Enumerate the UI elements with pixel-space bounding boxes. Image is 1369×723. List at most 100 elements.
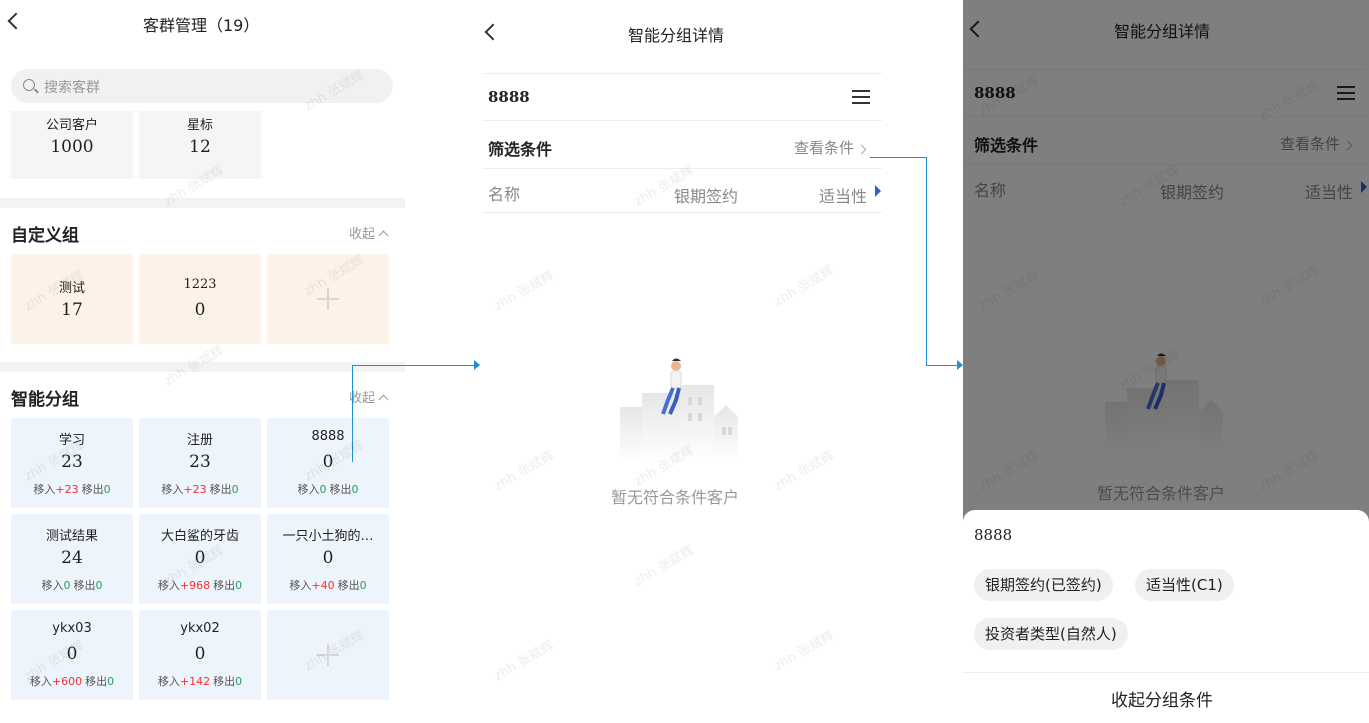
arrow-right-icon xyxy=(474,360,480,370)
flow-connector xyxy=(926,365,958,366)
move-out-label: 移出 xyxy=(85,675,108,688)
page-title: 客群管理（19） xyxy=(143,16,260,35)
move-out-value: 0 xyxy=(95,579,103,592)
move-stats: 移入+40 移出0 xyxy=(267,577,389,593)
empty-illustration-icon xyxy=(620,358,738,462)
move-out-label: 移出 xyxy=(213,579,236,592)
group-card-count: 17 xyxy=(61,300,83,320)
smart-group-card[interactable]: 学习 23 移入+23 移出0 xyxy=(11,418,133,508)
smart-group-card[interactable]: ykx02 0 移入+142 移出0 xyxy=(139,610,261,700)
section-divider xyxy=(0,198,405,208)
collapse-label: 收起 xyxy=(349,227,376,242)
custom-group-card[interactable]: 1223 0 xyxy=(139,254,261,344)
group-card-count: 0 xyxy=(322,548,334,568)
move-stats: 移入+23 移出0 xyxy=(139,481,261,497)
move-in-label: 移入 xyxy=(289,579,312,592)
conditions-bottom-sheet: 8888 银期签约(已签约) 适当性(C1) 投资者类型(自然人) 收起分组条件 xyxy=(963,510,1369,723)
group-card-name: 测试 xyxy=(58,281,85,296)
smart-section-title: 智能分组 xyxy=(11,390,79,410)
move-out-value: 0 xyxy=(235,579,243,592)
group-card-name: 注册 xyxy=(186,433,213,448)
move-stats: 移入+142 移出0 xyxy=(139,673,261,689)
search-placeholder: 搜索客群 xyxy=(44,80,100,96)
menu-icon[interactable] xyxy=(852,90,870,104)
group-card[interactable]: 星标 12 xyxy=(139,111,261,179)
move-out-value: 0 xyxy=(231,483,239,496)
move-out-label: 移出 xyxy=(81,483,104,496)
group-management-panel: 客群管理（19） 搜索客群 公司客户 1000 星标 12 自定义组 收起 测试… xyxy=(0,0,405,723)
group-card-name: 星标 xyxy=(186,118,213,133)
move-out-label: 移出 xyxy=(209,483,232,496)
custom-group-card[interactable]: 测试 17 xyxy=(11,254,133,344)
flow-connector xyxy=(926,157,927,365)
move-in-value: +40 xyxy=(311,579,335,592)
group-card-name: ykx03 xyxy=(52,621,92,636)
move-out-value: 0 xyxy=(107,675,115,688)
triangle-right-icon[interactable] xyxy=(875,185,881,197)
group-card-count: 0 xyxy=(322,452,334,472)
move-out-value: 0 xyxy=(235,675,243,688)
smart-group-card[interactable]: 测试结果 24 移入0 移出0 xyxy=(11,514,133,604)
view-conditions-link[interactable]: 查看条件 xyxy=(794,137,867,158)
collapse-conditions-button[interactable]: 收起分组条件 xyxy=(1111,686,1213,711)
group-card-count: 23 xyxy=(61,452,83,472)
divider xyxy=(482,168,882,169)
move-in-value: 0 xyxy=(63,579,71,592)
move-out-value: 0 xyxy=(359,579,367,592)
group-card[interactable]: 公司客户 1000 xyxy=(11,111,133,179)
column-header-bank-sign[interactable]: 银期签约 xyxy=(674,183,738,207)
group-card-count: 24 xyxy=(61,548,83,568)
divider xyxy=(482,120,882,121)
smart-group-card[interactable]: ykx03 0 移入+600 移出0 xyxy=(11,610,133,700)
move-out-value: 0 xyxy=(351,483,359,496)
group-card-name: 测试结果 xyxy=(45,529,98,544)
custom-collapse-button[interactable]: 收起 xyxy=(349,223,389,242)
smart-collapse-button[interactable]: 收起 xyxy=(349,387,389,406)
search-icon xyxy=(23,79,35,91)
condition-tag: 适当性(C1) xyxy=(1135,569,1234,601)
move-in-value: 0 xyxy=(319,483,327,496)
move-out-label: 移出 xyxy=(213,675,236,688)
chevron-right-icon xyxy=(856,144,867,155)
back-arrow-icon[interactable] xyxy=(7,12,25,30)
column-header-suitability[interactable]: 适当性 xyxy=(819,183,867,207)
move-stats: 移入+968 移出0 xyxy=(139,577,261,593)
plus-icon xyxy=(317,644,339,666)
move-out-label: 移出 xyxy=(337,579,360,592)
group-card-name: 公司客户 xyxy=(45,118,98,133)
move-in-value: +142 xyxy=(179,675,211,688)
move-in-value: +968 xyxy=(179,579,211,592)
search-input[interactable]: 搜索客群 xyxy=(11,69,393,103)
move-stats: 移入+23 移出0 xyxy=(11,481,133,497)
divider xyxy=(482,212,882,213)
group-card-name: 大白鲨的牙齿 xyxy=(160,529,239,544)
smart-group-card[interactable]: 注册 23 移入+23 移出0 xyxy=(139,418,261,508)
group-card-name: 1223 xyxy=(183,277,217,292)
group-card-count: 0 xyxy=(194,644,206,664)
section-divider xyxy=(0,362,405,372)
smart-group-card[interactable]: 8888 0 移入0 移出0 xyxy=(267,418,389,508)
add-smart-group-button[interactable] xyxy=(267,610,389,700)
move-stats: 移入+600 移出0 xyxy=(11,673,133,689)
page-title: 智能分组详情 xyxy=(628,26,725,45)
column-header-name[interactable]: 名称 xyxy=(488,181,520,205)
move-in-label: 移入 xyxy=(161,483,184,496)
smart-group-detail-sheet-panel: 智能分组详情 8888 筛选条件 查看条件 名称 银期签约 适当性 暂无符合条件… xyxy=(963,0,1369,723)
flow-connector xyxy=(352,365,474,366)
group-card-name: 8888 xyxy=(311,429,345,444)
group-card-count: 0 xyxy=(66,644,78,664)
move-in-value: +23 xyxy=(55,483,79,496)
add-custom-group-button[interactable] xyxy=(267,254,389,344)
move-in-label: 移入 xyxy=(33,483,56,496)
group-name: 8888 xyxy=(488,88,530,106)
chevron-up-icon xyxy=(378,394,389,405)
move-in-label: 移入 xyxy=(41,579,64,592)
move-out-value: 0 xyxy=(103,483,111,496)
filter-conditions-label: 筛选条件 xyxy=(488,140,553,159)
back-arrow-icon[interactable] xyxy=(484,23,502,41)
divider xyxy=(482,73,882,74)
smart-group-card[interactable]: 大白鲨的牙齿 0 移入+968 移出0 xyxy=(139,514,261,604)
flow-connector xyxy=(870,157,927,158)
group-card-count: 0 xyxy=(194,548,206,568)
smart-group-card[interactable]: 一只小土狗的… 0 移入+40 移出0 xyxy=(267,514,389,604)
